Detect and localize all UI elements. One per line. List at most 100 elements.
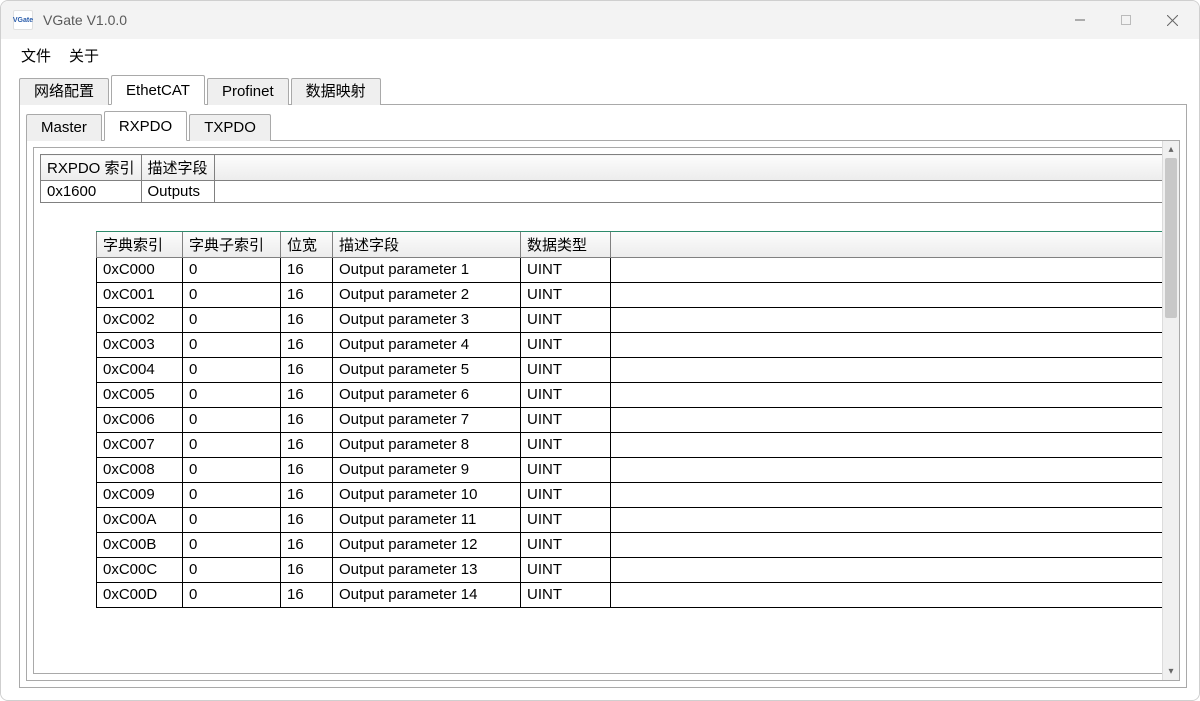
scroll-down-icon[interactable]: ▾	[1163, 663, 1179, 680]
rxpdo-index-table: RXPDO 索引 描述字段 0x1600 Outputs	[40, 154, 1166, 203]
rxpdo-index-row[interactable]: 0x1600 Outputs	[41, 181, 1166, 203]
scroll-up-icon[interactable]: ▴	[1163, 141, 1179, 158]
cell-dict-sub: 0	[183, 307, 281, 332]
table-row[interactable]: 0xC004016Output parameter 5UINT	[97, 357, 1166, 382]
cell-dict-sub: 0	[183, 457, 281, 482]
scroll-thumb[interactable]	[1165, 158, 1177, 318]
cell-bits: 16	[281, 407, 333, 432]
col-header-desc[interactable]: 描述字段	[141, 155, 214, 181]
cell-dtype: UINT	[521, 482, 611, 507]
vertical-scrollbar[interactable]: ▴ ▾	[1162, 141, 1179, 680]
cell-empty	[611, 507, 1166, 532]
cell-dict-index: 0xC00A	[97, 507, 183, 532]
cell-bits: 16	[281, 482, 333, 507]
cell-bits: 16	[281, 432, 333, 457]
cell-bits: 16	[281, 532, 333, 557]
inner-tab-content: RXPDO 索引 描述字段 0x1600 Outputs	[26, 141, 1180, 681]
cell-bits: 16	[281, 357, 333, 382]
col-header-rxpdo-index[interactable]: RXPDO 索引	[41, 155, 142, 181]
cell-bits: 16	[281, 457, 333, 482]
cell-dtype: UINT	[521, 307, 611, 332]
cell-dict-sub: 0	[183, 532, 281, 557]
menu-file[interactable]: 文件	[21, 45, 51, 66]
cell-dict-index: 0xC009	[97, 482, 183, 507]
table-row[interactable]: 0xC00C016Output parameter 13UINT	[97, 557, 1166, 582]
cell-desc: Output parameter 11	[333, 507, 521, 532]
cell-desc: Output parameter 6	[333, 382, 521, 407]
cell-dtype: UINT	[521, 507, 611, 532]
table-row[interactable]: 0xC006016Output parameter 7UINT	[97, 407, 1166, 432]
table-row[interactable]: 0xC00D016Output parameter 14UINT	[97, 582, 1166, 607]
cell-empty	[611, 557, 1166, 582]
col-header-desc[interactable]: 描述字段	[333, 232, 521, 257]
param-table: 字典索引 字典子索引 位宽 描述字段 数据类型 0xC000016Output …	[96, 232, 1166, 608]
menu-about[interactable]: 关于	[69, 45, 99, 66]
cell-rxpdo-index: 0x1600	[41, 181, 142, 203]
close-button[interactable]	[1149, 1, 1195, 39]
cell-dict-index: 0xC005	[97, 382, 183, 407]
col-header-dict-index[interactable]: 字典索引	[97, 232, 183, 257]
cell-dict-sub: 0	[183, 482, 281, 507]
cell-rxpdo-desc: Outputs	[141, 181, 214, 203]
title-bar: VGate VGate V1.0.0	[1, 1, 1199, 39]
cell-empty	[611, 332, 1166, 357]
minimize-button[interactable]	[1057, 1, 1103, 39]
cell-empty	[611, 257, 1166, 282]
maximize-button[interactable]	[1103, 1, 1149, 39]
cell-dtype: UINT	[521, 257, 611, 282]
cell-dict-sub: 0	[183, 407, 281, 432]
col-header-bits[interactable]: 位宽	[281, 232, 333, 257]
cell-desc: Output parameter 1	[333, 257, 521, 282]
table-row[interactable]: 0xC003016Output parameter 4UINT	[97, 332, 1166, 357]
col-header-empty	[611, 232, 1166, 257]
cell-dict-index: 0xC007	[97, 432, 183, 457]
inner-tabs: Master RXPDO TXPDO	[26, 111, 1180, 141]
cell-empty	[611, 282, 1166, 307]
table-row[interactable]: 0xC00B016Output parameter 12UINT	[97, 532, 1166, 557]
tab-data-mapping[interactable]: 数据映射	[291, 78, 381, 105]
cell-bits: 16	[281, 507, 333, 532]
cell-dict-index: 0xC00C	[97, 557, 183, 582]
cell-dict-sub: 0	[183, 257, 281, 282]
content-area: 网络配置 EthetCAT Profinet 数据映射 Master RXPDO…	[1, 71, 1199, 700]
col-header-blank	[214, 155, 1165, 181]
tab-master[interactable]: Master	[26, 114, 102, 141]
cell-dict-sub: 0	[183, 332, 281, 357]
cell-desc: Output parameter 9	[333, 457, 521, 482]
cell-bits: 16	[281, 307, 333, 332]
tab-txpdo[interactable]: TXPDO	[189, 114, 271, 141]
cell-dict-index: 0xC006	[97, 407, 183, 432]
tab-profinet[interactable]: Profinet	[207, 78, 289, 105]
table-row[interactable]: 0xC007016Output parameter 8UINT	[97, 432, 1166, 457]
app-icon: VGate	[13, 10, 33, 30]
cell-desc: Output parameter 2	[333, 282, 521, 307]
cell-empty	[611, 407, 1166, 432]
cell-bits: 16	[281, 582, 333, 607]
tab-rxpdo[interactable]: RXPDO	[104, 111, 187, 141]
table-row[interactable]: 0xC009016Output parameter 10UINT	[97, 482, 1166, 507]
cell-dtype: UINT	[521, 457, 611, 482]
cell-desc: Output parameter 13	[333, 557, 521, 582]
cell-desc: Output parameter 12	[333, 532, 521, 557]
table-row[interactable]: 0xC008016Output parameter 9UINT	[97, 457, 1166, 482]
cell-blank	[214, 181, 1165, 203]
cell-dict-index: 0xC002	[97, 307, 183, 332]
table-row[interactable]: 0xC005016Output parameter 6UINT	[97, 382, 1166, 407]
param-scroll: 字典索引 字典子索引 位宽 描述字段 数据类型 0xC000016Output …	[96, 231, 1166, 673]
cell-dtype: UINT	[521, 332, 611, 357]
cell-desc: Output parameter 7	[333, 407, 521, 432]
col-header-dtype[interactable]: 数据类型	[521, 232, 611, 257]
rxpdo-panel: RXPDO 索引 描述字段 0x1600 Outputs	[33, 147, 1173, 674]
window-title: VGate V1.0.0	[43, 12, 127, 28]
cell-dtype: UINT	[521, 282, 611, 307]
table-row[interactable]: 0xC002016Output parameter 3UINT	[97, 307, 1166, 332]
cell-dict-sub: 0	[183, 507, 281, 532]
tab-network-config[interactable]: 网络配置	[19, 78, 109, 105]
table-row[interactable]: 0xC001016Output parameter 2UINT	[97, 282, 1166, 307]
param-area: 字典索引 字典子索引 位宽 描述字段 数据类型 0xC000016Output …	[40, 231, 1166, 673]
table-row[interactable]: 0xC00A016Output parameter 11UINT	[97, 507, 1166, 532]
tab-ethercat[interactable]: EthetCAT	[111, 75, 205, 105]
cell-dict-index: 0xC000	[97, 257, 183, 282]
table-row[interactable]: 0xC000016Output parameter 1UINT	[97, 257, 1166, 282]
col-header-dict-sub[interactable]: 字典子索引	[183, 232, 281, 257]
